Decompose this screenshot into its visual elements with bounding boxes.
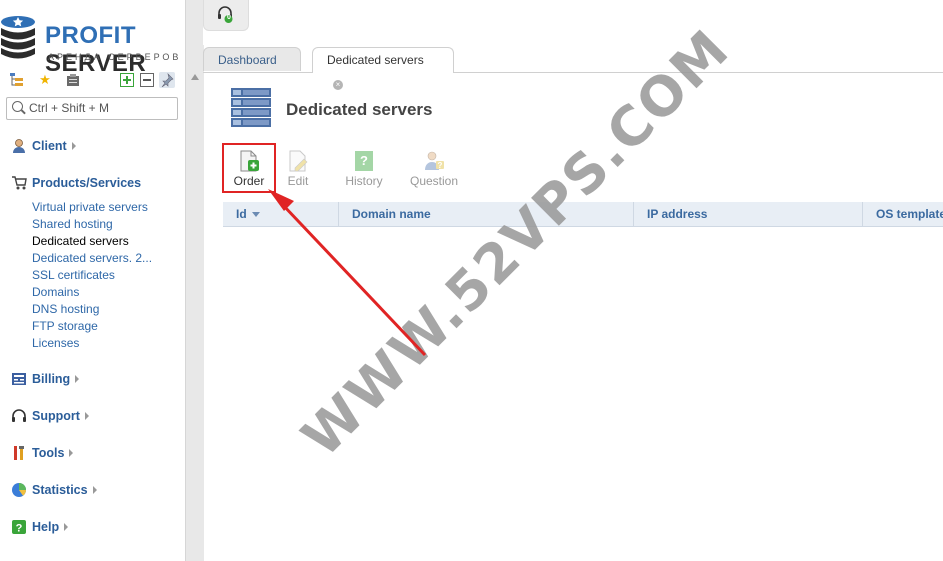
column-header-ip-address[interactable]: IP address bbox=[634, 202, 863, 226]
support-notifications-button[interactable]: 0 bbox=[203, 0, 249, 31]
question-button[interactable]: ? Question bbox=[406, 147, 462, 193]
favorites-star-icon[interactable]: ★ bbox=[37, 72, 53, 88]
sidebar-group-support[interactable]: Support bbox=[11, 407, 89, 425]
sidebar-group-label: Help bbox=[32, 520, 60, 534]
sidebar-group-products[interactable]: Products/Services bbox=[11, 174, 141, 192]
column-header-os-template[interactable]: OS template bbox=[863, 202, 943, 226]
tools-icon bbox=[11, 445, 27, 461]
logo[interactable]: PROFIT SERVER АРЕНДА СЕРВЕРОВ bbox=[0, 8, 185, 77]
sidebar-group-label: Billing bbox=[32, 372, 71, 386]
menu-search[interactable] bbox=[6, 97, 178, 120]
toolbar-button-label: Question bbox=[409, 174, 459, 188]
sidebar-group-label: Support bbox=[32, 409, 80, 423]
svg-text:?: ? bbox=[438, 161, 443, 170]
logo-text-profit: PROFIT bbox=[45, 22, 136, 49]
column-label: Domain name bbox=[352, 207, 431, 221]
sidebar-item-shared-hosting[interactable]: Shared hosting bbox=[32, 216, 113, 232]
collapse-all-icon[interactable] bbox=[139, 72, 155, 88]
highlight-box bbox=[222, 143, 276, 193]
svg-text:?: ? bbox=[16, 523, 23, 535]
sidebar-item-domains[interactable]: Domains bbox=[32, 284, 79, 300]
tab-label: Dashboard bbox=[218, 53, 277, 67]
sidebar-item-ssl-certificates[interactable]: SSL certificates bbox=[32, 267, 115, 283]
chevron-right-icon bbox=[71, 142, 76, 150]
sidebar-group-billing[interactable]: Billing bbox=[11, 370, 80, 388]
user-icon bbox=[11, 138, 27, 154]
server-stack-logo-icon bbox=[1, 16, 35, 59]
sidebar-toolbar: ★ bbox=[9, 72, 179, 90]
column-header-id[interactable]: Id bbox=[223, 202, 339, 226]
billing-icon bbox=[11, 371, 27, 387]
sidebar-item-virtual-private-servers[interactable]: Virtual private servers bbox=[32, 199, 148, 215]
chevron-right-icon bbox=[75, 375, 80, 383]
sidebar-item-dns-hosting[interactable]: DNS hosting bbox=[32, 301, 99, 317]
top-bar: 0 bbox=[203, 0, 943, 45]
chevron-right-icon bbox=[64, 523, 69, 531]
pie-chart-icon bbox=[11, 482, 27, 498]
tab-label: Dedicated servers bbox=[327, 53, 424, 67]
logo-wordmark: PROFIT SERVER bbox=[45, 22, 185, 78]
sidebar-item-dedicated-servers[interactable]: Dedicated servers bbox=[32, 233, 129, 249]
sidebar-item-ftp-storage[interactable]: FTP storage bbox=[32, 318, 98, 334]
help-icon: ? bbox=[11, 519, 27, 535]
menu-search-input[interactable] bbox=[29, 100, 169, 115]
sidebar-group-tools[interactable]: Tools bbox=[11, 444, 74, 462]
sidebar-group-label: Products/Services bbox=[32, 176, 142, 190]
close-tab-icon[interactable]: × bbox=[333, 79, 343, 90]
column-label: OS template bbox=[876, 207, 943, 221]
cart-icon bbox=[11, 175, 27, 191]
sidebar-group-label: Tools bbox=[32, 446, 65, 460]
sidebar: PROFIT SERVER АРЕНДА СЕРВЕРОВ ★ Client bbox=[0, 0, 185, 561]
chevron-right-icon bbox=[84, 412, 89, 420]
column-label: IP address bbox=[647, 207, 708, 221]
history-icon: ? bbox=[355, 151, 373, 171]
search-icon bbox=[12, 101, 23, 112]
expand-all-icon[interactable] bbox=[119, 72, 135, 88]
sidebar-group-help[interactable]: ? Help bbox=[11, 518, 69, 536]
tab-dashboard[interactable]: Dashboard bbox=[203, 47, 301, 71]
sidebar-group-statistics[interactable]: Statistics bbox=[11, 481, 97, 499]
sidebar-item-dedicated-servers-2[interactable]: Dedicated servers. 2... bbox=[32, 250, 152, 266]
pin-icon[interactable] bbox=[159, 72, 175, 88]
chevron-right-icon bbox=[92, 486, 97, 494]
column-label: Id bbox=[236, 207, 247, 221]
svg-text:?: ? bbox=[360, 153, 368, 168]
clipboard-icon[interactable] bbox=[65, 72, 81, 88]
sort-descending-icon bbox=[251, 212, 260, 218]
toolbar-button-label: History bbox=[345, 174, 383, 188]
tree-view-icon[interactable] bbox=[9, 72, 25, 88]
sidebar-item-licenses[interactable]: Licenses bbox=[32, 335, 79, 351]
sidebar-group-label: Statistics bbox=[32, 483, 88, 497]
toolbar-button-label: Edit bbox=[287, 174, 309, 188]
sidebar-group-client[interactable]: Client bbox=[11, 137, 76, 155]
tab-bar: Dashboard Dedicated servers × bbox=[203, 45, 943, 90]
chevron-right-icon bbox=[69, 449, 74, 457]
question-icon: ? bbox=[425, 151, 444, 170]
collapse-up-icon[interactable] bbox=[191, 74, 199, 80]
history-button[interactable]: ? History bbox=[336, 147, 392, 193]
tab-dedicated-servers[interactable]: Dedicated servers × bbox=[312, 47, 454, 90]
sidebar-group-label: Client bbox=[32, 139, 67, 153]
headset-icon bbox=[11, 408, 27, 424]
logo-tagline: АРЕНДА СЕРВЕРОВ bbox=[48, 52, 182, 62]
edit-button[interactable]: Edit bbox=[270, 147, 326, 193]
edit-icon bbox=[289, 150, 308, 172]
page-title: Dedicated servers bbox=[286, 100, 433, 119]
sidebar-splitter[interactable] bbox=[185, 0, 204, 561]
dedicated-server-rack-icon bbox=[231, 88, 271, 127]
notification-count-badge: 0 bbox=[227, 14, 231, 21]
